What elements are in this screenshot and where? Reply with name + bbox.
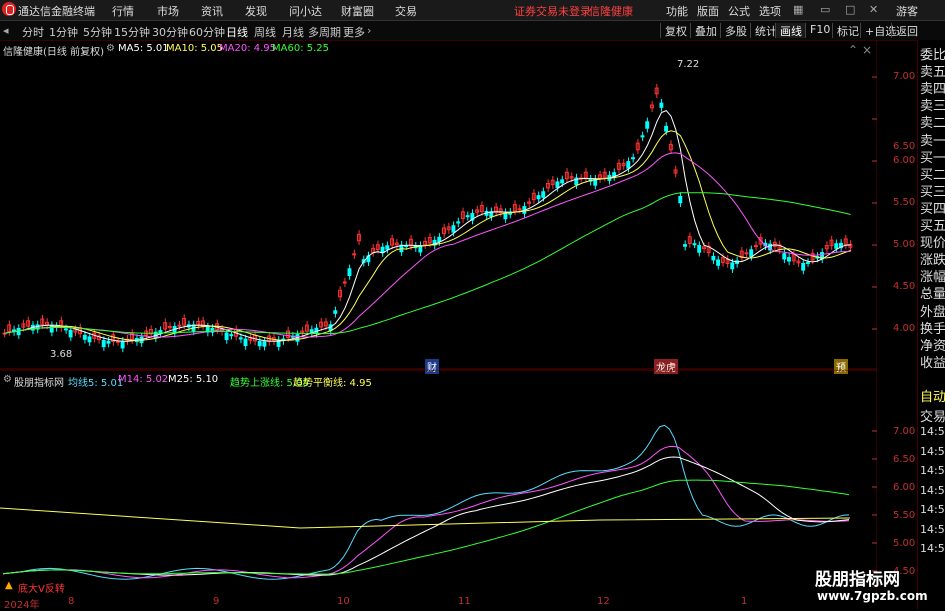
time-field-label: 14:56 (920, 503, 945, 516)
price-axis-label: 6.50 (893, 141, 916, 152)
close-icon[interactable]: ✕ (869, 3, 878, 16)
watermark-title: 股朋指标网 (815, 570, 900, 590)
quote-field-label: 收益 (920, 355, 945, 371)
indicator-axis-label: 6.00 (893, 482, 916, 493)
login-status[interactable]: 证券交易未登录 (514, 3, 591, 19)
period-tab-weekly[interactable]: 周线 (254, 24, 276, 40)
date-tick: 9 (213, 596, 220, 607)
date-tick: 10 (337, 596, 350, 607)
menu-item-formula[interactable]: 公式 (728, 3, 750, 19)
kline-canvas[interactable] (0, 40, 878, 370)
indicator-axis-label: 5.00 (893, 538, 916, 549)
current-stock-name: 信隆健康 (589, 5, 633, 18)
indicator-name[interactable]: 股朋指标网 (14, 374, 64, 389)
menu-bar: 通达信金融终端 行情 市场 资讯 发现 问小达 财富圈 交易 证券交易未登录 信… (0, 0, 945, 21)
watermark: 股朋指标网 www.7gpzb.com (815, 565, 928, 609)
signal-label: 底大V反转 (18, 584, 65, 595)
user-label[interactable]: 游客 (896, 3, 918, 19)
time-field-label: 14:56 (920, 522, 945, 536)
minimize-icon[interactable]: ▭ (820, 3, 830, 16)
indicator-axis-label: 7.00 (893, 426, 916, 437)
indicator-canvas[interactable] (0, 369, 878, 596)
back-icon[interactable]: ◂ (3, 24, 9, 37)
menu-item-market[interactable]: 行情 (112, 3, 134, 19)
app-logo-icon (2, 2, 16, 16)
menu-item-wealth[interactable]: 财富圈 (341, 3, 374, 19)
period-tab-multi[interactable]: 多周期 (308, 24, 341, 40)
price-axis-label: 4.50 (893, 281, 916, 292)
toolbar-mark-button[interactable]: 标记 (832, 23, 863, 38)
menu-item-options[interactable]: 选项 (759, 3, 781, 19)
legend-ma5: MA5: 5.01 (118, 43, 169, 54)
time-field-label: 14:56 (920, 425, 945, 438)
period-tab-1min[interactable]: 1分钟 (49, 24, 78, 40)
menu-item-discover[interactable]: 发现 (245, 3, 267, 19)
legend-m25: M25: 5.10 (168, 374, 219, 385)
low-price-label: 3.68 (50, 349, 73, 360)
date-axis: 2024年 8 9 10 11 12 1 (0, 596, 877, 611)
toolbar-multistock-button[interactable]: 多股 (720, 23, 751, 38)
price-axis-label: 6.00 (893, 155, 916, 166)
menu-item-layout[interactable]: 版面 (697, 3, 719, 19)
period-tab-5min[interactable]: 5分钟 (83, 24, 112, 40)
date-tick: 11 (458, 596, 471, 607)
legend-balance-line: 趋势平衡线: 4.95 (293, 378, 372, 389)
indicator-settings-icon[interactable]: ⚙ (3, 374, 12, 385)
app-title: 通达信金融终端 (18, 5, 95, 18)
signal-arrow-icon: ▲ (5, 580, 13, 591)
date-tick: 8 (68, 596, 75, 607)
price-axis-label: 5.00 (893, 239, 916, 250)
indicator-axis-label: 6.50 (893, 454, 916, 465)
time-field-label: 14:56 (920, 483, 945, 497)
quote-panel: 委比 卖五 卖四 卖三 卖二 卖一 买一 买二 买三 买四 买五 现价 涨跌 涨幅 总量 外盘 换手 净资 收益 自动… (917, 40, 945, 609)
toolbar-f10-button[interactable]: F10 (805, 23, 834, 38)
kline-chart[interactable]: 信隆健康(日线 前复权) ⚙ MA5: 5.01 MA10: 5.05 MA20… (0, 40, 915, 374)
toolbar-adjust-button[interactable]: 复权 (660, 23, 691, 38)
price-axis-label: 7.00 (893, 71, 916, 82)
settings-icon[interactable]: ⚙ (106, 43, 115, 54)
date-tick: 12 (597, 596, 610, 607)
time-field-label: 14:56 (920, 464, 945, 477)
main-chart-title: 信隆健康(日线 前复权) (3, 47, 104, 58)
high-price-label: 7.22 (677, 59, 700, 70)
time-field-label: 14:56 (920, 444, 945, 458)
time-field-label: 14:56 (920, 542, 945, 555)
toolbar-back-button[interactable]: 返回 (891, 23, 922, 38)
legend-ma60: MA60: 5.25 (272, 43, 330, 54)
date-tick: 1 (741, 596, 748, 607)
period-tab-intraday[interactable]: 分时 (22, 24, 44, 40)
period-tab-monthly[interactable]: 月线 (282, 24, 304, 40)
menu-item-function[interactable]: 功能 (666, 3, 688, 19)
price-axis-label: 4.00 (893, 323, 916, 334)
watermark-url: www.7gpzb.com (817, 589, 928, 603)
indicator-chart[interactable]: ⚙ 股朋指标网 均线5: 5.01 M14: 5.02 M25: 5.10 趋势… (0, 369, 915, 596)
chevron-right-icon[interactable]: › (367, 24, 371, 37)
grid-icon[interactable]: ▦ (793, 3, 803, 16)
toolbar-overlay-button[interactable]: 叠加 (690, 23, 721, 38)
menu-item-news[interactable]: 资讯 (201, 3, 223, 19)
period-tab-15min[interactable]: 15分钟 (114, 24, 150, 40)
menu-item-markets[interactable]: 市场 (157, 3, 179, 19)
price-axis-label: 5.50 (893, 197, 916, 208)
restore-icon[interactable]: □ (845, 3, 855, 16)
period-tab-daily[interactable]: 日线 (226, 24, 248, 40)
legend-m14: M14: 5.02 (118, 374, 169, 385)
legend-ma20: MA20: 4.95 (219, 43, 277, 54)
menu-item-trade[interactable]: 交易 (395, 3, 417, 19)
legend-ma10: MA10: 5.05 (166, 43, 224, 54)
time-field-label: 交易 (920, 409, 945, 425)
toolbar-draw-button[interactable]: 画线 (775, 23, 806, 38)
legend-avg5: 均线5: 5.01 (68, 378, 124, 389)
close-panel-icon[interactable]: × (862, 43, 872, 57)
period-tab-60min[interactable]: 60分钟 (189, 24, 225, 40)
time-field-label: 自动 (920, 390, 945, 405)
menu-item-assistant[interactable]: 问小达 (289, 3, 322, 19)
indicator-axis-label: 5.50 (893, 510, 916, 521)
period-toolbar: ◂ 分时 1分钟 5分钟 15分钟 30分钟 60分钟 日线 周线 月线 多周期… (0, 21, 945, 41)
period-tab-30min[interactable]: 30分钟 (152, 24, 188, 40)
collapse-icon[interactable]: ⌃ (848, 43, 858, 57)
period-tab-more[interactable]: 更多 (343, 24, 365, 40)
